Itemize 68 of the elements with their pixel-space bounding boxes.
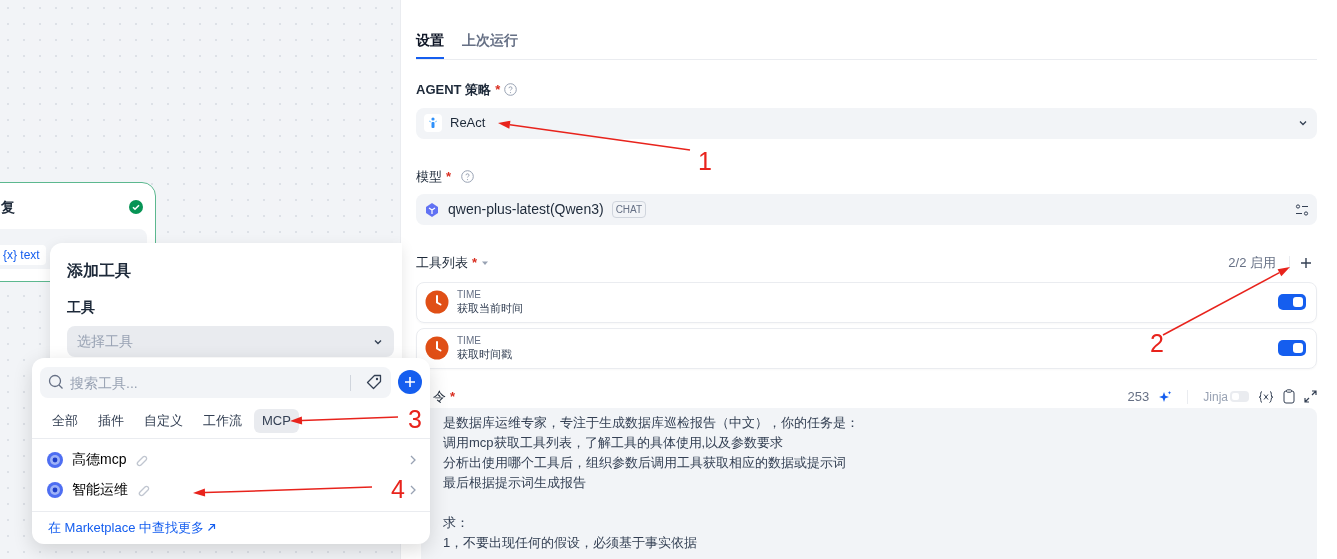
chevron-right-icon (408, 453, 418, 466)
prompt-line: 最后根据提示词生成报告 (443, 473, 587, 492)
mcp-server-item[interactable]: 高德mcp (46, 449, 418, 470)
toggle-switch[interactable] (1278, 340, 1306, 356)
category-tab[interactable]: 自定义 (136, 409, 191, 433)
tool-provider: TIME (457, 288, 482, 301)
variable-icon[interactable] (1258, 389, 1274, 404)
field-label: 模型 (416, 167, 442, 186)
category-tab[interactable]: 插件 (90, 409, 132, 433)
strategy-select[interactable]: ReAct (416, 107, 1317, 139)
server-icon (46, 480, 64, 499)
prompt-editor[interactable]: 是数据库运维专家，专注于生成数据库巡检报告（中文），你的任务是： 调用mcp获取工具列表，了解工具的具体使用,以及参数要求 分析出使用哪个工具后，组织参数后调用工具获取相应的数据或提示词 最后根据提示词生成报告 求： 1，不要出现任何的假设，必须基于事实依据 (421, 407, 1317, 559)
server-icon (46, 450, 64, 469)
category-tab[interactable]: 全部 (44, 409, 86, 433)
field-label: AGENT 策略 (416, 81, 492, 99)
annotation-number: 2 (1150, 329, 1164, 357)
model-name: qwen-plus-latest(Qwen3) (448, 200, 604, 219)
marketplace-link[interactable]: 在 Marketplace 中查找更多 (48, 518, 217, 538)
category-tab[interactable]: 工作流 (195, 409, 250, 433)
annotation-number: 3 (408, 405, 422, 433)
panel-tab[interactable]: 上次运行 (462, 30, 518, 59)
help-icon (461, 169, 475, 183)
model-icon (424, 201, 440, 218)
panel-title: 添加工具 (67, 261, 132, 281)
annotation-number: 1 (698, 147, 712, 175)
toggle-switch[interactable] (1278, 294, 1306, 310)
plus-icon (404, 376, 416, 388)
field-label: 工具 (67, 298, 96, 317)
model-select[interactable]: qwen-plus-latest(Qwen3) CHAT (416, 194, 1317, 225)
prompt-line: 分析出使用哪个工具后，组织参数后调用工具获取相应的数据或提示词 (443, 453, 847, 472)
add-button[interactable] (398, 370, 422, 394)
required-mark: * (450, 387, 456, 406)
required-mark: * (446, 167, 452, 186)
external-link-icon (207, 523, 217, 533)
field-label: 工具列表 (416, 254, 468, 272)
prompt-line: 是数据库运维专家，专注于生成数据库巡检报告（中文），你的任务是： (443, 413, 860, 432)
settings-icon[interactable] (1295, 202, 1309, 217)
search-field[interactable]: 搜索工具... (40, 367, 391, 398)
prompt-line: 调用mcp获取工具列表，了解工具的具体使用,以及参数要求 (443, 433, 785, 452)
jinja-label: Jinja (1203, 388, 1228, 406)
sparkle-icon[interactable] (1158, 389, 1173, 404)
help-icon (504, 83, 518, 97)
enabled-count: 2/2 启用 (1228, 254, 1276, 272)
check-circle-icon (129, 200, 143, 214)
tool-name: 获取当前时间 (457, 300, 523, 316)
category-tab[interactable]: MCP (254, 409, 299, 433)
tool-provider: TIME (457, 334, 482, 347)
clock-icon (425, 336, 449, 360)
clock-icon (425, 290, 449, 314)
variable-chip: {x} text (0, 245, 46, 265)
select-value: ReAct (450, 114, 487, 133)
node-title: 复 (1, 198, 15, 217)
panel-tab[interactable]: 设置 (416, 30, 444, 59)
agent-icon (424, 114, 442, 132)
tool-name: 获取时间戳 (457, 346, 512, 362)
expand-icon[interactable] (1304, 390, 1317, 403)
prompt-line: 求： (443, 513, 470, 532)
model-type-tag: CHAT (611, 201, 647, 218)
clipboard-icon[interactable] (1283, 389, 1295, 404)
search-icon (48, 374, 64, 390)
plus-icon[interactable] (1300, 256, 1312, 269)
chevron-right-icon (408, 483, 418, 496)
field-label: 令 (433, 387, 446, 406)
required-mark: * (495, 81, 501, 99)
tag-icon[interactable] (366, 374, 382, 390)
char-count: 253 (1127, 387, 1150, 406)
required-mark: * (472, 254, 478, 272)
prompt-line: 1，不要出现任何的假设，必须基于事实依据 (443, 533, 699, 552)
